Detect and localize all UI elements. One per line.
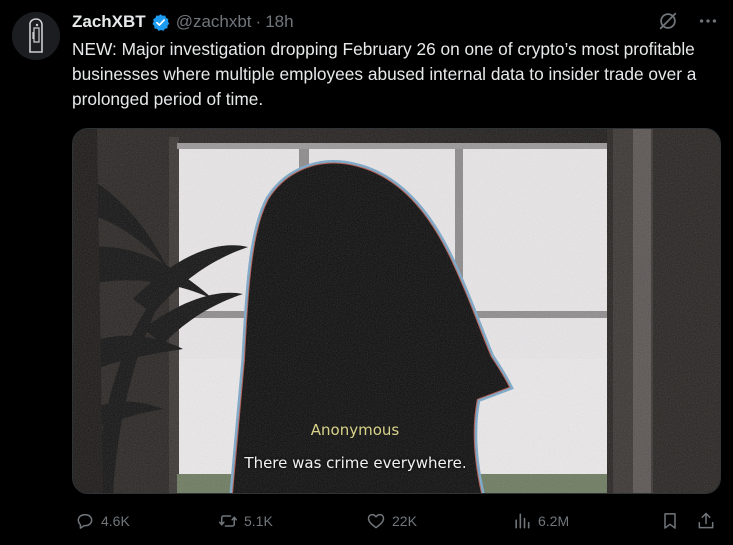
avatar[interactable] <box>12 12 60 60</box>
tweet-text: NEW: Major investigation dropping Februa… <box>72 39 697 109</box>
tweet-header: ZachXBT @zachxbt · 18h <box>72 11 294 33</box>
more-icon[interactable] <box>697 10 719 32</box>
repost-icon <box>218 515 238 527</box>
tweet: ZachXBT @zachxbt · 18h NEW: Major invest <box>0 0 733 545</box>
repost-button[interactable]: 5.1K <box>218 507 273 535</box>
video-caption-text: There was crime everywhere. <box>244 454 467 472</box>
bookmark-button[interactable] <box>660 507 680 535</box>
grok-icon[interactable] <box>657 10 679 32</box>
display-name[interactable]: ZachXBT <box>72 12 146 32</box>
repost-count: 5.1K <box>244 513 273 529</box>
verified-badge-icon <box>151 13 170 32</box>
tweet-top-actions <box>657 10 719 32</box>
reply-button[interactable]: 4.6K <box>75 507 130 535</box>
like-button[interactable]: 22K <box>366 507 417 535</box>
like-count: 22K <box>392 513 417 529</box>
share-icon <box>698 512 714 529</box>
separator-dot: · <box>255 12 262 31</box>
share-button[interactable] <box>696 507 716 535</box>
views-icon <box>515 513 530 529</box>
timestamp[interactable]: 18h <box>265 12 293 32</box>
views-button[interactable]: 6.2M <box>512 507 569 535</box>
tweet-media-video[interactable]: Anonymous There was crime everywhere. <box>72 128 721 494</box>
bookmark-icon <box>664 513 676 529</box>
tweet-action-bar: 4.6K 5.1K 22K 6.2M <box>72 507 722 535</box>
handle[interactable]: @zachxbt <box>176 12 252 32</box>
video-caption-speaker: Anonymous <box>310 421 400 439</box>
reply-icon <box>77 514 93 529</box>
reply-count: 4.6K <box>101 513 130 529</box>
like-icon <box>367 513 385 529</box>
views-count: 6.2M <box>538 513 570 529</box>
